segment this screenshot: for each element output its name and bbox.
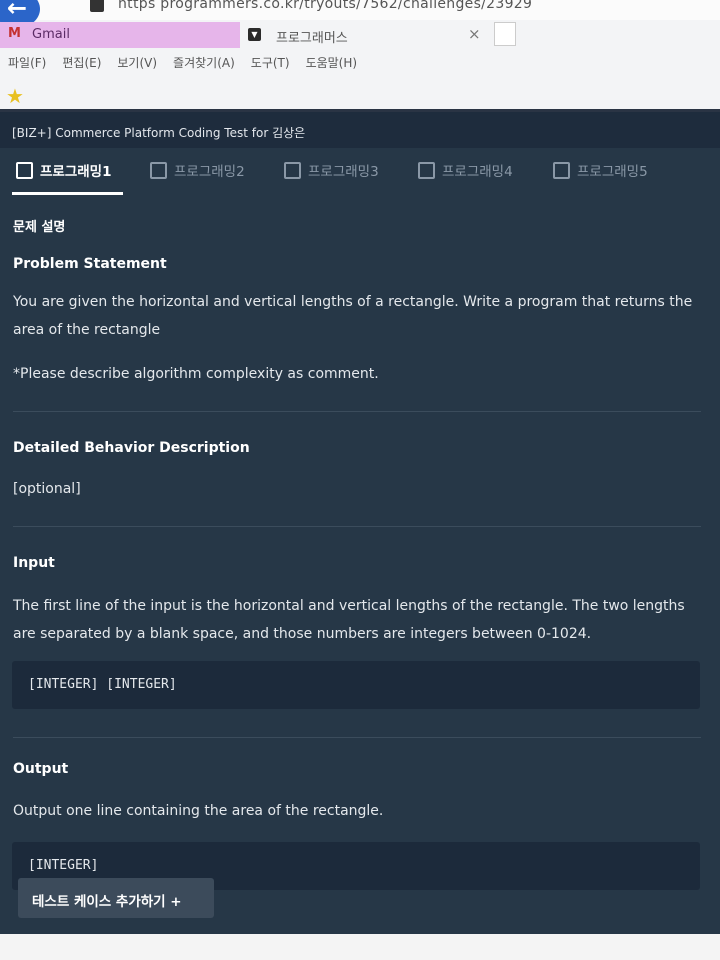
section-title: 문제 설명 bbox=[13, 220, 66, 235]
tab-label: 프로그래밍2 bbox=[174, 164, 245, 180]
browser-chrome: ← https programmers.co.kr/tryouts/7562/c… bbox=[0, 0, 720, 112]
tab-label: 프로그래밍3 bbox=[308, 164, 379, 180]
divider bbox=[13, 737, 701, 738]
tab-problem-3[interactable]: 프로그래밍3 bbox=[284, 160, 379, 180]
checkbox-icon bbox=[284, 162, 301, 179]
output-heading: Output bbox=[13, 761, 69, 777]
input-text: The first line of the input is the horiz… bbox=[13, 598, 685, 642]
site-icon bbox=[90, 0, 104, 12]
menu-bar: 파일(F) 편집(E) 보기(V) 즐겨찾기(A) 도구(T) 도움말(H) bbox=[8, 54, 373, 71]
divider bbox=[13, 526, 701, 527]
behavior-text: [optional] bbox=[13, 481, 81, 497]
programmers-favicon: ▼ bbox=[248, 28, 261, 41]
menu-edit[interactable]: 편집(E) bbox=[62, 56, 101, 70]
checkbox-icon bbox=[418, 162, 435, 179]
tab-problem-1[interactable]: 프로그래밍1 bbox=[16, 160, 112, 180]
problem-statement-text: You are given the horizontal and vertica… bbox=[13, 294, 693, 338]
coding-test-app: [BIZ+] Commerce Platform Coding Test for… bbox=[0, 112, 720, 934]
address-bar[interactable]: ← https programmers.co.kr/tryouts/7562/c… bbox=[0, 0, 720, 28]
menu-file[interactable]: 파일(F) bbox=[8, 56, 46, 70]
output-text: Output one line containing the area of t… bbox=[13, 803, 384, 819]
test-header: [BIZ+] Commerce Platform Coding Test for… bbox=[0, 112, 720, 148]
input-code-text: [INTEGER] [INTEGER] bbox=[28, 677, 177, 692]
tab-label: 프로그래밍1 bbox=[40, 164, 112, 180]
complexity-note: *Please describe algorithm complexity as… bbox=[13, 366, 379, 382]
menu-view[interactable]: 보기(V) bbox=[117, 56, 157, 70]
input-format-code: [INTEGER] [INTEGER] bbox=[12, 661, 700, 709]
checkbox-icon bbox=[150, 162, 167, 179]
add-test-case-label: 테스트 케이스 추가하기 + bbox=[32, 894, 182, 910]
tab-problem-4[interactable]: 프로그래밍4 bbox=[418, 160, 513, 180]
test-title: [BIZ+] Commerce Platform Coding Test for… bbox=[12, 126, 306, 140]
gmail-icon: M bbox=[8, 26, 21, 41]
tab-gmail[interactable]: M Gmail bbox=[0, 22, 240, 48]
close-tab-icon[interactable]: × bbox=[468, 25, 481, 43]
problem-statement-heading: Problem Statement bbox=[13, 256, 167, 272]
menu-help[interactable]: 도움말(H) bbox=[306, 56, 358, 70]
menu-favorites[interactable]: 즐겨찾기(A) bbox=[173, 56, 235, 70]
behavior-heading: Detailed Behavior Description bbox=[13, 440, 250, 456]
tab-programmers-label: 프로그래머스 bbox=[276, 31, 348, 46]
tab-gmail-label: Gmail bbox=[32, 27, 70, 42]
screen-bottom-bar bbox=[0, 934, 720, 960]
input-heading: Input bbox=[13, 555, 55, 571]
tab-problem-2[interactable]: 프로그래밍2 bbox=[150, 160, 245, 180]
new-tab-button[interactable] bbox=[494, 22, 516, 46]
problem-tabs: 프로그래밍1 프로그래밍2 프로그래밍3 프로그래밍4 프로그래밍5 bbox=[0, 148, 720, 195]
tab-problem-5[interactable]: 프로그래밍5 bbox=[553, 160, 648, 180]
tab-programmers[interactable]: ▼ 프로그래머스 × bbox=[240, 22, 495, 48]
menu-tools[interactable]: 도구(T) bbox=[251, 56, 290, 70]
add-test-case-button[interactable]: 테스트 케이스 추가하기 + bbox=[18, 878, 214, 918]
divider bbox=[13, 411, 701, 412]
tab-label: 프로그래밍4 bbox=[442, 164, 513, 180]
output-code-text: [INTEGER] bbox=[28, 858, 99, 873]
checkbox-icon bbox=[16, 162, 33, 179]
browser-tabs: M Gmail ▼ 프로그래머스 × bbox=[0, 22, 720, 50]
favorites-star-icon[interactable]: ★ bbox=[6, 84, 24, 108]
url-text[interactable]: https programmers.co.kr/tryouts/7562/cha… bbox=[118, 0, 532, 12]
active-tab-indicator bbox=[12, 192, 123, 195]
tab-label: 프로그래밍5 bbox=[577, 164, 648, 180]
checkbox-icon bbox=[553, 162, 570, 179]
